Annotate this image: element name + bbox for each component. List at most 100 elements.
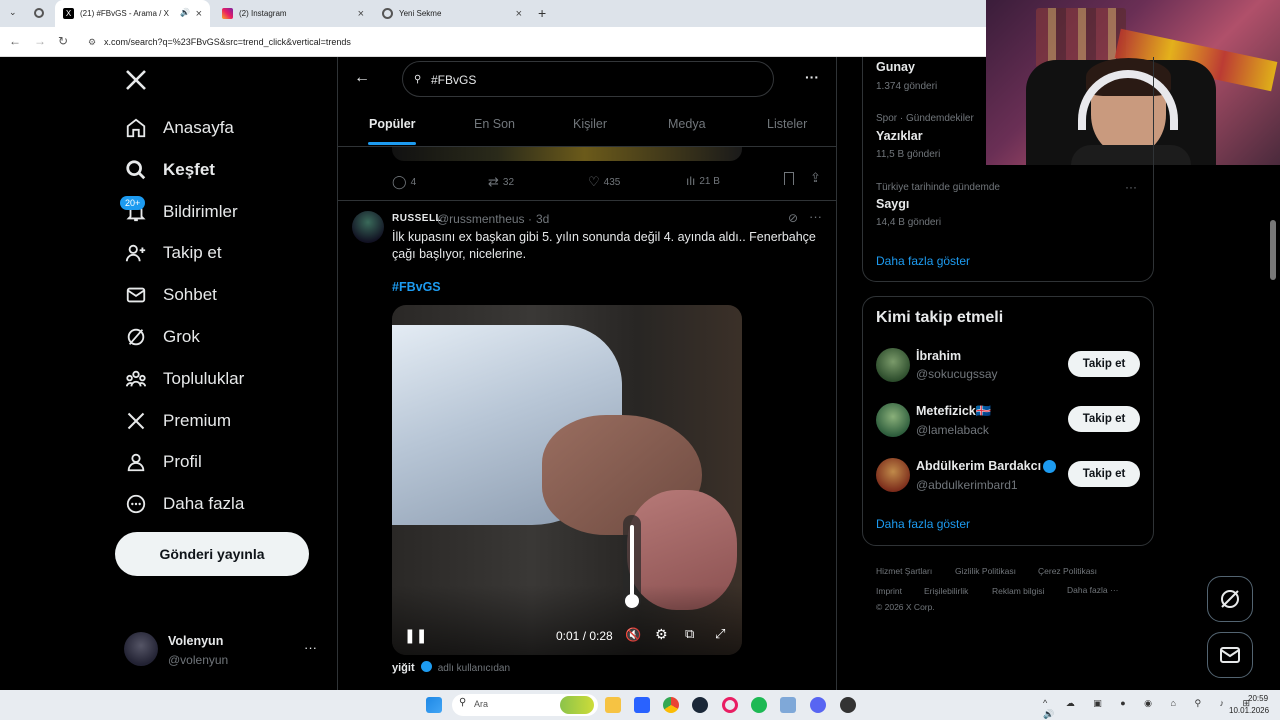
video-player[interactable]: ❚❚ 0:01 / 0:28 🔇 ⚙ ⧉ ⤢	[392, 305, 742, 655]
tab-x-search[interactable]: X (21) #FBvGS - Arama / X 🔊 ×	[55, 0, 210, 27]
messages-floating-button[interactable]	[1207, 632, 1253, 678]
speaker-icon[interactable]: 🔊	[180, 8, 190, 17]
settings-gear-icon[interactable]: ⚙	[655, 626, 668, 643]
views-action[interactable]: ılı 21 B	[686, 174, 720, 188]
trend-name[interactable]: Gunay	[876, 60, 915, 74]
suggestion-name[interactable]: Metefizick🇮🇸	[916, 404, 991, 419]
address-bar[interactable]: ⚙ x.com/search?q=%23FBvGS&src=trend_clic…	[82, 31, 982, 53]
footer-link[interactable]: Daha fazla ···	[1067, 585, 1119, 595]
footer-link[interactable]: Imprint	[876, 586, 902, 596]
suggestion-name[interactable]: İbrahim	[916, 349, 961, 363]
footer-link[interactable]: Reklam bilgisi	[992, 586, 1044, 596]
trend-name[interactable]: Yazıklar	[876, 129, 923, 143]
mute-icon[interactable]: 🔇	[625, 627, 641, 643]
back-arrow-icon[interactable]: ←	[354, 69, 370, 87]
grok-floating-button[interactable]	[1207, 576, 1253, 622]
sidebar-item-communities[interactable]: Topluluklar	[124, 361, 244, 397]
sidebar-item-follow[interactable]: Takip et	[124, 235, 222, 271]
follow-button[interactable]: Takip et	[1068, 351, 1140, 377]
tab-group-icon[interactable]	[34, 8, 44, 18]
tab-people[interactable]: Kişiler	[573, 117, 607, 131]
repost-action[interactable]: ⇄ 32	[488, 174, 514, 190]
sidebar-item-premium[interactable]: Premium	[124, 403, 231, 439]
app-icon[interactable]	[780, 697, 796, 713]
trends-card: Gunay 1.374 gönderi Spor · Gündemdekiler…	[862, 57, 1154, 282]
discord-icon[interactable]	[810, 697, 826, 713]
clock-time[interactable]: 20:59	[1248, 694, 1268, 703]
footer-link[interactable]: Hizmet Şartları	[876, 566, 932, 576]
next-post-header[interactable]: yiğit adlı kullanıcıdan	[392, 661, 510, 674]
footer-link[interactable]: Erişilebilirlik	[924, 586, 968, 596]
page-scrollbar[interactable]	[1270, 220, 1276, 280]
more-circle-icon	[124, 492, 148, 516]
file-explorer-icon[interactable]	[605, 697, 621, 713]
clock-date[interactable]: 10.01.2026	[1229, 706, 1269, 715]
close-tab-icon[interactable]: ×	[196, 8, 202, 20]
suggestion-name[interactable]: Abdülkerim Bardakcı	[916, 459, 1041, 473]
like-action[interactable]: ♡ 435	[588, 174, 620, 190]
picture-in-picture-icon[interactable]: ⧉	[685, 626, 694, 642]
new-tab-button[interactable]: +	[538, 5, 546, 21]
spotify-icon[interactable]	[751, 697, 767, 713]
footer-link[interactable]: Gizlilik Politikası	[955, 566, 1016, 576]
reload-icon[interactable]: ↻	[58, 34, 68, 48]
tab-latest[interactable]: En Son	[474, 117, 515, 131]
site-info-icon[interactable]: ⚙	[88, 31, 96, 53]
footer-link[interactable]: Çerez Politikası	[1038, 566, 1097, 576]
post-more-icon[interactable]: ···	[809, 209, 822, 224]
reply-action[interactable]: ◯ 4	[392, 174, 416, 190]
opera-icon[interactable]	[722, 697, 738, 713]
trend-more-icon[interactable]: ···	[1125, 180, 1137, 194]
account-more-icon[interactable]: ···	[304, 640, 317, 655]
search-more-icon[interactable]: ···	[805, 69, 819, 85]
post-author-name[interactable]: RUSSELL	[392, 213, 442, 224]
app-icon[interactable]	[840, 697, 856, 713]
sidebar-item-home[interactable]: Anasayfa	[124, 110, 234, 146]
share-icon[interactable]: ⇪	[810, 170, 821, 186]
tab-new[interactable]: Yeni Sekme ×	[374, 0, 530, 27]
fullscreen-icon[interactable]: ⤢	[715, 626, 725, 642]
post-hashtag[interactable]: #FBvGS	[392, 280, 441, 294]
post-avatar[interactable]	[352, 211, 384, 243]
chrome-icon[interactable]	[663, 697, 679, 713]
tab-lists[interactable]: Listeler	[767, 117, 807, 131]
taskbar-search-input[interactable]: ⚲ Ara	[452, 694, 598, 716]
search-input[interactable]: ⚲ #FBvGS	[402, 61, 774, 97]
close-tab-icon[interactable]: ×	[516, 8, 522, 20]
sidebar-item-chat[interactable]: Sohbet	[124, 277, 217, 313]
tab-instagram[interactable]: (2) Instagram ×	[214, 0, 372, 27]
avatar[interactable]	[876, 458, 910, 492]
bookmark-icon[interactable]	[784, 172, 794, 185]
trends-show-more[interactable]: Daha fazla göster	[876, 254, 970, 268]
grok-explain-icon[interactable]: ⊘	[788, 211, 798, 225]
tab-list-chevron-icon[interactable]: ⌄	[9, 7, 17, 18]
reply-icon: ◯	[392, 174, 407, 189]
post-author-handle[interactable]: @russmentheus	[437, 212, 525, 226]
windows-start-icon[interactable]	[426, 697, 442, 713]
who-to-follow-show-more[interactable]: Daha fazla göster	[876, 517, 970, 531]
post-age[interactable]: 3d	[536, 212, 549, 226]
account-switcher[interactable]: Volenyun @volenyun ···	[118, 628, 324, 672]
avatar	[124, 632, 158, 666]
follow-button[interactable]: Takip et	[1068, 406, 1140, 432]
close-tab-icon[interactable]: ×	[358, 8, 364, 20]
x-logo-icon[interactable]	[124, 68, 150, 94]
steam-icon[interactable]	[692, 697, 708, 713]
search-value: #FBvGS	[431, 73, 477, 87]
sidebar-item-explore[interactable]: Keşfet	[124, 152, 215, 188]
follow-button[interactable]: Takip et	[1068, 461, 1140, 487]
back-icon[interactable]: ←	[9, 34, 21, 48]
post-button[interactable]: Gönderi yayınla	[115, 532, 309, 576]
sidebar-item-more[interactable]: Daha fazla	[124, 486, 244, 522]
trend-name[interactable]: Saygı	[876, 197, 909, 211]
store-icon[interactable]	[634, 697, 650, 713]
tab-media[interactable]: Medya	[668, 117, 706, 131]
avatar[interactable]	[876, 403, 910, 437]
forward-icon[interactable]: →	[34, 34, 46, 48]
sidebar-item-grok[interactable]: Grok	[124, 319, 200, 355]
pause-icon[interactable]: ❚❚	[404, 627, 427, 644]
tab-popular[interactable]: Popüler	[369, 117, 416, 131]
volume-slider-thumb[interactable]	[625, 594, 639, 608]
avatar[interactable]	[876, 348, 910, 382]
sidebar-item-profile[interactable]: Profil	[124, 444, 202, 480]
